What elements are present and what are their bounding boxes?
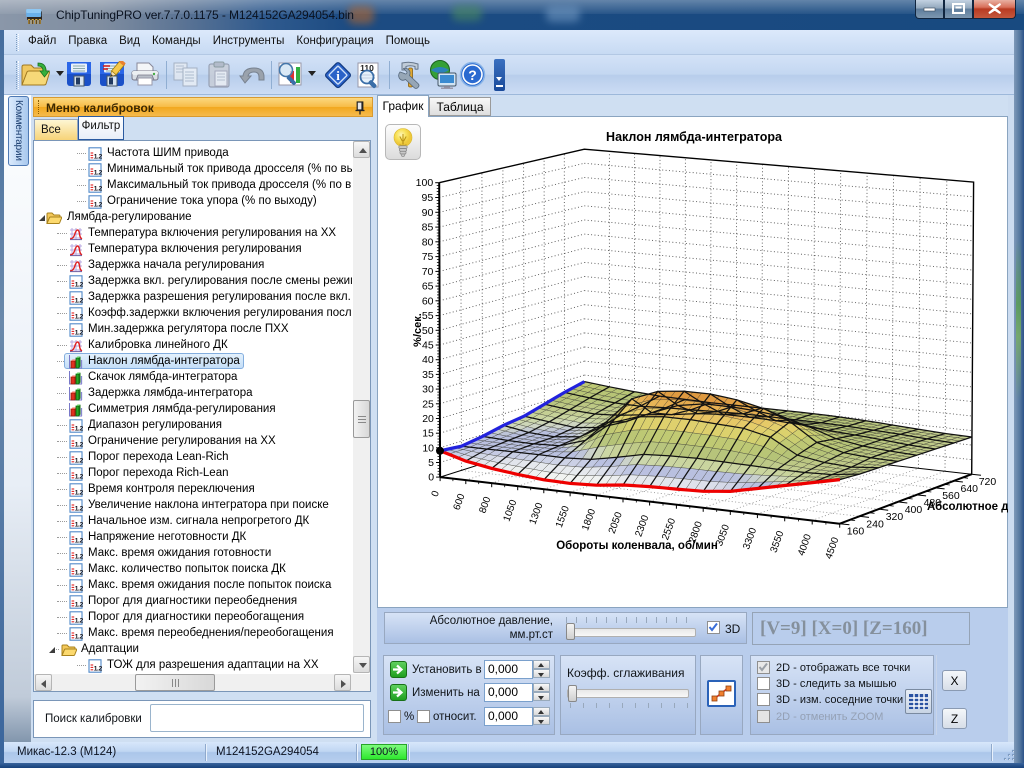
svg-text:70: 70 (422, 266, 434, 278)
svg-text:2300: 2300 (633, 513, 651, 538)
svg-text:1.2: 1.2 (75, 506, 83, 513)
svg-text:1.2: 1.2 (75, 570, 83, 577)
svg-text:600: 600 (452, 492, 468, 512)
svg-text:i: i (336, 68, 340, 83)
svg-text:160: 160 (847, 526, 865, 538)
svg-text:80: 80 (422, 236, 434, 248)
svg-text:Обороты коленвала, об/мин: Обороты коленвала, об/мин (556, 540, 718, 552)
svg-text:3300: 3300 (741, 526, 759, 551)
svg-text:1.2: 1.2 (75, 602, 83, 609)
svg-text:1800: 1800 (580, 507, 598, 532)
svg-text:1.2: 1.2 (75, 330, 83, 337)
svg-text:1300: 1300 (528, 501, 546, 526)
svg-text:1.2: 1.2 (75, 538, 83, 545)
svg-text:640: 640 (961, 483, 979, 495)
svg-text:1.2: 1.2 (75, 314, 83, 321)
svg-text:20: 20 (422, 413, 434, 425)
svg-text:1.2: 1.2 (75, 282, 83, 289)
svg-text:4000: 4000 (796, 532, 814, 557)
svg-text:240: 240 (866, 518, 884, 530)
svg-text:1.2: 1.2 (75, 554, 83, 561)
svg-text:65: 65 (422, 281, 434, 293)
svg-text:40: 40 (422, 354, 434, 366)
svg-text:1.2: 1.2 (94, 202, 102, 209)
svg-text:Наклон лямбда-интегратора: Наклон лямбда-интегратора (606, 130, 783, 144)
svg-text:1.2: 1.2 (94, 186, 102, 193)
svg-text:85: 85 (422, 222, 434, 234)
svg-text:1.2: 1.2 (75, 634, 83, 641)
svg-text:10: 10 (422, 442, 434, 454)
svg-text:320: 320 (886, 511, 904, 523)
svg-text:800: 800 (477, 495, 493, 515)
svg-text:1.2: 1.2 (75, 458, 83, 465)
svg-text:1.2: 1.2 (75, 474, 83, 481)
svg-text:1550: 1550 (554, 504, 572, 529)
svg-text:1.2: 1.2 (75, 618, 83, 625)
svg-text:1.2: 1.2 (75, 426, 83, 433)
svg-text:1.2: 1.2 (94, 154, 102, 161)
svg-text:Абсолютное давление: Абсолютное давление (927, 501, 1008, 513)
svg-text:60: 60 (422, 295, 434, 307)
svg-text:15: 15 (422, 428, 434, 440)
svg-text:0: 0 (428, 472, 434, 484)
svg-text:720: 720 (979, 476, 997, 488)
svg-text:?: ? (468, 67, 477, 83)
svg-text:30: 30 (422, 384, 434, 396)
svg-text:1.2: 1.2 (75, 442, 83, 449)
svg-text:90: 90 (422, 207, 434, 219)
svg-text:%/сек.: %/сек. (412, 313, 424, 347)
svg-text:25: 25 (422, 398, 434, 410)
svg-text:75: 75 (422, 251, 434, 263)
svg-text:2050: 2050 (607, 510, 625, 535)
svg-text:400: 400 (905, 504, 923, 516)
svg-text:35: 35 (422, 369, 434, 381)
svg-text:1.2: 1.2 (75, 586, 83, 593)
svg-text:1.2: 1.2 (94, 170, 102, 177)
svg-text:95: 95 (422, 192, 434, 204)
svg-text:4500: 4500 (824, 536, 842, 561)
svg-text:0: 0 (430, 489, 442, 498)
svg-text:1.2: 1.2 (94, 666, 102, 673)
svg-text:2550: 2550 (660, 517, 678, 542)
svg-text:1.2: 1.2 (75, 522, 83, 529)
svg-text:1.2: 1.2 (75, 490, 83, 497)
svg-text:5: 5 (428, 457, 434, 469)
svg-text:100: 100 (416, 177, 434, 189)
svg-text:1050: 1050 (502, 498, 520, 523)
svg-text:1.2: 1.2 (75, 298, 83, 305)
svg-text:3550: 3550 (769, 529, 787, 554)
